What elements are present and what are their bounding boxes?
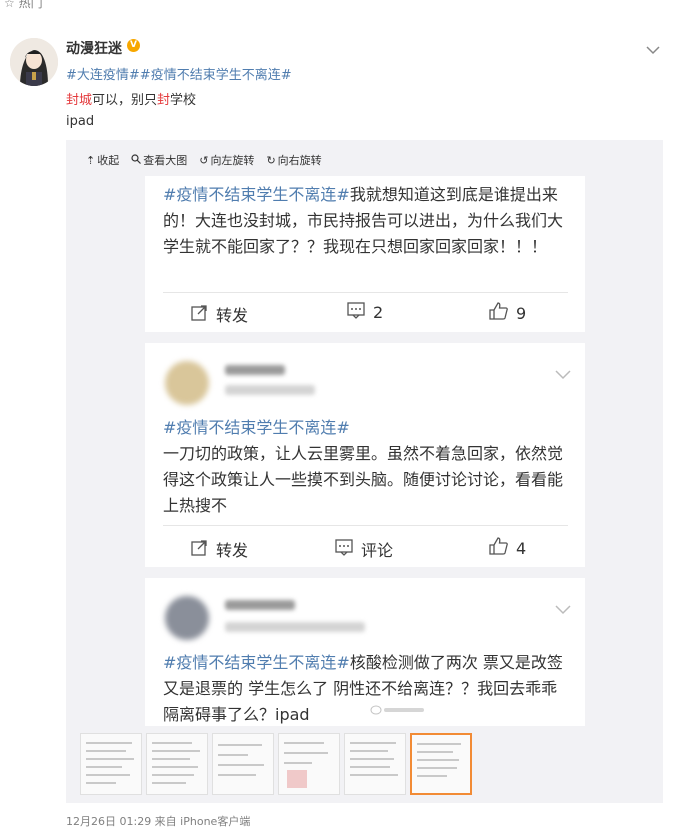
forward-label: 转发 [216, 541, 249, 560]
blurred-meta [225, 622, 365, 632]
post-text-line: 封城可以，别只封学校 [66, 89, 196, 108]
rotate-right-button[interactable]: ↻ 向右旋转 [266, 152, 321, 168]
rotate-left-label: 向左旋转 [210, 154, 255, 167]
chevron-down-icon[interactable] [555, 365, 571, 384]
card-body: #疫情不结束学生不离连#核酸检测做了两次 票又是改签 又是退票的 学生怎么了 阴… [163, 650, 568, 728]
star-outline-icon: ☆ [4, 0, 15, 10]
card-body: #疫情不结束学生不离连# 一刀切的政策，让人云里雾里。虽然不着急回家，依然觉得这个… [163, 415, 568, 519]
blurred-avatar [165, 596, 209, 640]
collapse-button[interactable]: ⇡ 收起 [86, 152, 119, 168]
forward-action[interactable]: 转发 [191, 537, 248, 561]
thumbs-up-icon [489, 302, 508, 324]
collapse-label: 收起 [97, 154, 120, 167]
text-span: 学校 [170, 93, 197, 108]
rotate-left-icon: ↺ [199, 153, 209, 167]
chevron-down-icon[interactable] [555, 600, 571, 619]
highlight-word: 封 [157, 93, 171, 108]
arrow-up-icon: ⇡ [86, 153, 96, 167]
watermark-logo [370, 704, 426, 719]
hashtag-link-dalian[interactable]: #大连疫情# [66, 68, 140, 83]
thumbnail-1[interactable] [80, 733, 142, 795]
divider [163, 525, 568, 526]
comment-label: 评论 [361, 541, 394, 560]
hot-label-row: ☆ 热门 [4, 0, 43, 11]
like-count: 4 [516, 538, 527, 558]
magnifier-icon [131, 153, 142, 167]
view-large-button[interactable]: 查看大图 [131, 152, 187, 168]
card-body: #疫情不结束学生不离连#我就想知道这到底是谁提出来的！大连也没封城，市民持报告可… [163, 182, 568, 260]
post-text-device: ipad [66, 114, 95, 129]
card-hashtag[interactable]: #疫情不结束学生不离连# [163, 418, 350, 437]
thumbnail-5[interactable] [344, 733, 406, 795]
post-timestamp-source: 12月26日 01:29 来自 iPhone客户端 [66, 815, 251, 828]
thumbnail-2[interactable] [146, 733, 208, 795]
view-large-label: 查看大图 [143, 154, 188, 167]
thumb-image-block [287, 770, 307, 788]
share-icon [191, 304, 208, 325]
thumbs-up-icon [489, 537, 508, 559]
card-hashtag[interactable]: #疫情不结束学生不离连# [163, 185, 350, 204]
post-hashtags: #大连疫情##疫情不结束学生不离连# [66, 64, 292, 83]
thumbnail-4[interactable] [278, 733, 340, 795]
comment-action[interactable]: 2 [347, 302, 383, 323]
hashtag-link-students[interactable]: #疫情不结束学生不离连# [140, 68, 292, 83]
forward-action[interactable]: 转发 [191, 302, 248, 326]
forward-label: 转发 [216, 306, 249, 325]
chevron-down-icon[interactable] [646, 40, 660, 59]
thumbnail-3[interactable] [212, 733, 274, 795]
blurred-username [225, 365, 285, 375]
comment-icon [347, 302, 365, 323]
like-count: 9 [516, 303, 527, 323]
thumbnail-strip [80, 733, 472, 795]
comment-action[interactable]: 评论 [335, 537, 393, 561]
image-toolbar: ⇡ 收起 查看大图 ↺ 向左旋转 ↻ 向右旋转 [86, 152, 322, 168]
screenshot-card-2: #疫情不结束学生不离连# 一刀切的政策，让人云里雾里。虽然不着急回家，依然觉得这个… [145, 343, 585, 567]
avatar[interactable] [10, 38, 58, 86]
rotate-left-button[interactable]: ↺ 向左旋转 [199, 152, 254, 168]
highlight-word: 封城 [66, 93, 93, 108]
blurred-avatar [165, 361, 209, 405]
card-text: 一刀切的政策，让人云里雾里。虽然不着急回家，依然觉得这个政策让人一些摸不到头脑。… [163, 444, 564, 515]
verified-badge-icon: V [127, 39, 140, 52]
card-hashtag[interactable]: #疫情不结束学生不离连# [163, 653, 350, 672]
comment-icon [335, 538, 353, 560]
rotate-right-icon: ↻ [266, 153, 276, 167]
blurred-meta [225, 385, 315, 395]
hot-label: 热门 [18, 0, 43, 10]
like-action[interactable]: 9 [489, 302, 526, 324]
comment-count: 2 [373, 303, 384, 322]
like-action[interactable]: 4 [489, 537, 526, 559]
username[interactable]: 动漫狂迷 [66, 38, 122, 58]
screenshot-card-1: #疫情不结束学生不离连#我就想知道这到底是谁提出来的！大连也没封城，市民持报告可… [145, 176, 585, 332]
rotate-right-label: 向右旋转 [277, 154, 322, 167]
thumbnail-6-selected[interactable] [410, 733, 472, 795]
share-icon [191, 539, 208, 560]
text-span: 可以，别只 [92, 93, 158, 108]
blurred-username [225, 600, 295, 610]
divider [163, 292, 568, 293]
screenshot-card-3: #疫情不结束学生不离连#核酸检测做了两次 票又是改签 又是退票的 学生怎么了 阴… [145, 578, 585, 726]
